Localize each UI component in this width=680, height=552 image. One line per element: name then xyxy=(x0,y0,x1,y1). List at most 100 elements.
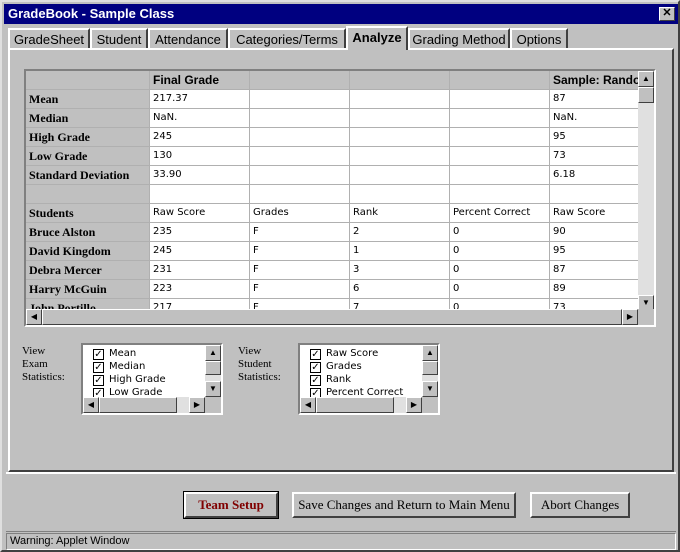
grid-cell[interactable]: 1 xyxy=(350,242,450,261)
grid-cell[interactable]: 87 xyxy=(550,90,638,109)
scroll-right-icon[interactable]: ▶ xyxy=(406,397,422,413)
checkbox-icon[interactable]: ✓ xyxy=(310,362,321,373)
grid-cell[interactable]: 245 xyxy=(150,128,250,147)
scroll-down-icon[interactable]: ▼ xyxy=(205,381,221,397)
team-setup-button[interactable]: Team Setup xyxy=(183,491,279,519)
grid-vscroll-thumb[interactable] xyxy=(638,87,654,103)
exam-list-vscroll[interactable]: ▲ ▼ xyxy=(205,345,221,397)
grid-cell[interactable] xyxy=(250,109,350,128)
grid-cell[interactable] xyxy=(450,185,550,204)
row-header[interactable]: Low Grade xyxy=(26,147,150,166)
row-header[interactable]: Bruce Alston xyxy=(26,223,150,242)
student-stats-list[interactable]: ✓ Raw Score ✓ Grades ✓ Rank ✓ Percent Correc… xyxy=(298,343,440,415)
grid-cell[interactable]: NaN. xyxy=(550,109,638,128)
tab-categories-terms[interactable]: Categories/Terms xyxy=(228,28,346,49)
grid-cell[interactable] xyxy=(450,166,550,185)
grid-cell[interactable]: 0 xyxy=(450,261,550,280)
scroll-left-icon[interactable]: ◀ xyxy=(300,397,316,413)
tab-gradesheet[interactable]: GradeSheet xyxy=(8,28,90,49)
student-list-vscroll[interactable]: ▲ ▼ xyxy=(422,345,438,397)
tab-analyze[interactable]: Analyze xyxy=(346,26,408,50)
tab-student[interactable]: Student xyxy=(90,28,148,49)
grid-cell[interactable]: 235 xyxy=(150,223,250,242)
grid-cell[interactable] xyxy=(350,185,450,204)
row-header[interactable]: Harry McGuin xyxy=(26,280,150,299)
exam-list-hscroll[interactable]: ◀ ▶ xyxy=(83,397,205,413)
exam-list-vthumb[interactable] xyxy=(205,361,221,375)
grid-cell[interactable]: 0 xyxy=(450,280,550,299)
grid-cell[interactable]: Grades xyxy=(250,204,350,223)
checkbox-icon[interactable]: ✓ xyxy=(93,349,104,360)
grid-cell[interactable] xyxy=(250,90,350,109)
grid-cell[interactable]: 6 xyxy=(350,280,450,299)
grid-cell[interactable]: F xyxy=(250,223,350,242)
row-header[interactable]: Median xyxy=(26,109,150,128)
grid-cell[interactable]: 217.37 xyxy=(150,90,250,109)
student-stat-raw-score[interactable]: ✓ Raw Score xyxy=(310,348,378,361)
tab-options[interactable]: Options xyxy=(510,28,568,49)
scroll-up-icon[interactable]: ▲ xyxy=(422,345,438,361)
grid-cell[interactable] xyxy=(350,147,450,166)
row-header[interactable]: Standard Deviation xyxy=(26,166,150,185)
grid-cell[interactable] xyxy=(250,185,350,204)
abort-changes-button[interactable]: Abort Changes xyxy=(530,492,630,518)
exam-stats-list[interactable]: ✓ Mean ✓ Median ✓ High Grade ✓ Low Grade ▲ ▼… xyxy=(81,343,223,415)
grid-cell[interactable] xyxy=(350,90,450,109)
exam-stat-mean[interactable]: ✓ Mean xyxy=(93,348,136,361)
grid-cell[interactable]: 245 xyxy=(150,242,250,261)
tab-grading-method[interactable]: Grading Method xyxy=(408,28,510,49)
grid-cell[interactable] xyxy=(250,147,350,166)
grid-cell[interactable] xyxy=(450,109,550,128)
row-header[interactable]: High Grade xyxy=(26,128,150,147)
grid-hscroll-thumb[interactable] xyxy=(42,309,622,325)
grid-cell[interactable]: 90 xyxy=(550,223,638,242)
grid-cell[interactable]: F xyxy=(250,242,350,261)
grid-cell[interactable]: 95 xyxy=(550,242,638,261)
scroll-down-icon[interactable]: ▼ xyxy=(422,381,438,397)
grid-horizontal-scrollbar[interactable]: ◀ ▶ xyxy=(26,309,638,325)
tab-attendance[interactable]: Attendance xyxy=(148,28,228,49)
exam-stat-high-grade[interactable]: ✓ High Grade xyxy=(93,374,166,387)
grid-cell[interactable] xyxy=(450,128,550,147)
checkbox-icon[interactable]: ✓ xyxy=(93,375,104,386)
exam-stat-median[interactable]: ✓ Median xyxy=(93,361,145,374)
grid-cell[interactable] xyxy=(550,185,638,204)
grid-cell[interactable]: 95 xyxy=(550,128,638,147)
grid-vertical-scrollbar[interactable]: ▲ ▼ xyxy=(638,71,654,311)
grid-cell[interactable] xyxy=(150,185,250,204)
grid-cell[interactable] xyxy=(350,166,450,185)
scroll-up-icon[interactable]: ▲ xyxy=(638,71,654,87)
checkbox-icon[interactable]: ✓ xyxy=(310,375,321,386)
grid-cell[interactable] xyxy=(250,128,350,147)
grid-cell[interactable]: 0 xyxy=(450,242,550,261)
student-list-vthumb[interactable] xyxy=(422,361,438,375)
grid-cell[interactable]: Raw Score xyxy=(550,204,638,223)
grid-cell[interactable]: 87 xyxy=(550,261,638,280)
student-list-hscroll[interactable]: ◀ ▶ xyxy=(300,397,422,413)
student-stat-grades[interactable]: ✓ Grades xyxy=(310,361,362,374)
grid-cell[interactable] xyxy=(350,109,450,128)
student-list-hthumb[interactable] xyxy=(316,397,394,413)
grid-cell[interactable]: 33.90 xyxy=(150,166,250,185)
scroll-right-icon[interactable]: ▶ xyxy=(189,397,205,413)
row-header[interactable] xyxy=(26,185,150,204)
grid-cell[interactable] xyxy=(350,128,450,147)
grid-cell[interactable] xyxy=(450,147,550,166)
exam-list-hthumb[interactable] xyxy=(99,397,177,413)
checkbox-icon[interactable]: ✓ xyxy=(310,349,321,360)
grid-cell[interactable]: 2 xyxy=(350,223,450,242)
scroll-right-icon[interactable]: ▶ xyxy=(622,309,638,325)
grid-cell[interactable]: 0 xyxy=(450,223,550,242)
grid-cell[interactable]: 73 xyxy=(550,147,638,166)
close-button[interactable]: ✕ xyxy=(659,7,675,21)
grid-cell[interactable]: F xyxy=(250,280,350,299)
checkbox-icon[interactable]: ✓ xyxy=(93,362,104,373)
grid-cell[interactable]: NaN. xyxy=(150,109,250,128)
grid-cell[interactable] xyxy=(450,90,550,109)
grid-cell[interactable]: 223 xyxy=(150,280,250,299)
grid-cell[interactable]: 130 xyxy=(150,147,250,166)
grid-cell[interactable]: F xyxy=(250,261,350,280)
row-header[interactable]: Mean xyxy=(26,90,150,109)
grid-cell[interactable]: Raw Score xyxy=(150,204,250,223)
scroll-up-icon[interactable]: ▲ xyxy=(205,345,221,361)
